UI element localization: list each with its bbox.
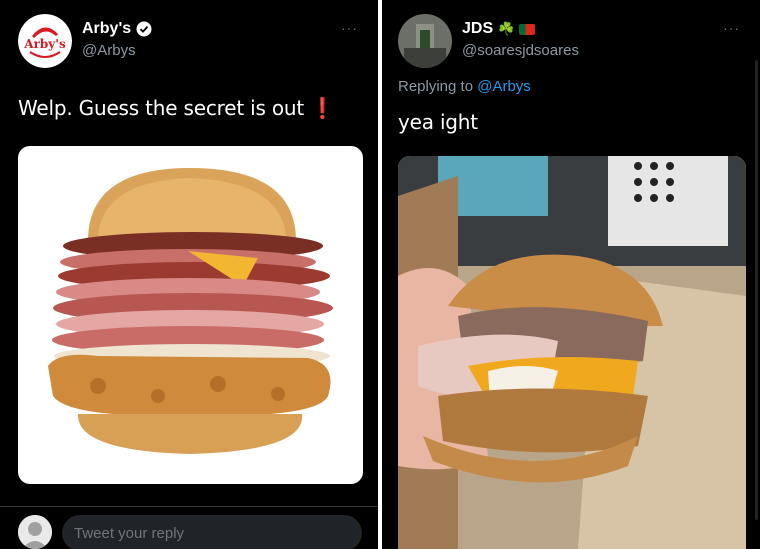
jds-avatar[interactable]	[398, 14, 452, 68]
burger-illustration	[48, 168, 333, 454]
tweet-text: Welp. Guess the secret is out ❗	[18, 96, 335, 120]
exclamation-emoji-icon: ❗	[310, 96, 335, 120]
portugal-flag-icon	[519, 23, 536, 35]
reply-display-name-text: JDS	[462, 20, 494, 37]
tweet-header: Arby's Arby's @Arbys ···	[18, 14, 364, 74]
eaten-burger-illustration	[398, 156, 746, 549]
jds-reply-panel: JDS ☘️ @soaresjdsoares ··· Replying to @…	[382, 0, 760, 549]
replying-to-line: Replying to @Arbys	[398, 78, 531, 95]
user-avatar-icon	[18, 515, 52, 549]
arbys-avatar[interactable]: Arby's	[18, 14, 72, 68]
more-options-icon[interactable]: ···	[723, 20, 740, 36]
replying-to-label: Replying to	[398, 78, 474, 95]
reply-author-display-name[interactable]: JDS ☘️	[462, 20, 536, 38]
verified-badge-icon	[136, 21, 152, 37]
reply-author-info: JDS ☘️ @soaresjdsoares	[462, 20, 579, 59]
reply-input[interactable]	[62, 515, 362, 549]
display-name-text: Arby's	[82, 20, 132, 37]
eaten-burger-photo[interactable]	[398, 156, 746, 549]
author-info: Arby's @Arbys	[82, 20, 152, 59]
reply-tweet-text: yea ight	[398, 110, 478, 134]
profile-photo-icon	[398, 14, 452, 68]
replying-to-mention-link[interactable]: @Arbys	[477, 78, 531, 95]
author-display-name[interactable]: Arby's	[82, 20, 152, 38]
author-handle[interactable]: @Arbys	[82, 42, 152, 59]
arbys-logo-icon: Arby's	[18, 14, 72, 68]
shamrock-emoji-icon: ☘️	[498, 21, 515, 36]
user-avatar[interactable]	[18, 515, 52, 549]
arbys-tweet-panel: Arby's Arby's @Arbys ··· Welp. Guess the…	[0, 0, 378, 549]
svg-text:Arby's: Arby's	[23, 37, 66, 51]
reply-tweet-header: JDS ☘️ @soaresjdsoares ···	[398, 14, 746, 74]
reply-author-handle[interactable]: @soaresjdsoares	[462, 42, 579, 59]
burger-photo[interactable]	[18, 146, 363, 484]
reply-bar	[0, 506, 378, 549]
tweet-body: Welp. Guess the secret is out	[18, 96, 305, 120]
more-options-icon[interactable]: ···	[341, 20, 358, 36]
scrollbar[interactable]	[755, 60, 758, 520]
